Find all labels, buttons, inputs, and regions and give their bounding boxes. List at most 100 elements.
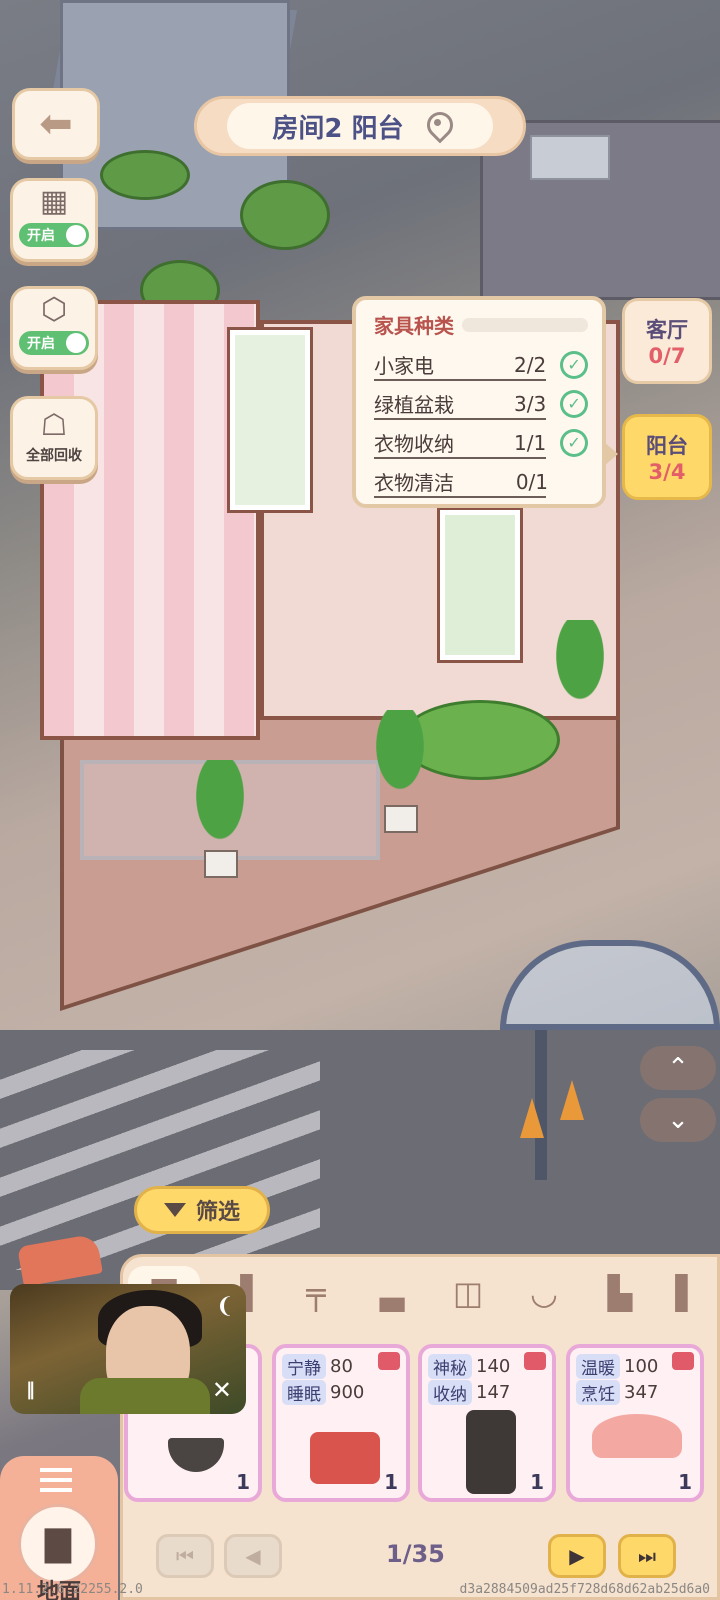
stat-value: 80: [330, 1355, 353, 1377]
lamp-shade-item-image: [592, 1414, 682, 1458]
category-tab-pot[interactable]: ◡: [508, 1266, 580, 1320]
category-row: 衣物清洁 0/1: [374, 462, 588, 501]
card-stat: 烹饪 347: [576, 1379, 659, 1405]
potted-plant[interactable]: [370, 710, 430, 800]
toggle-knob: [66, 225, 86, 245]
card-quantity: 1: [678, 1470, 692, 1494]
bus-stop-shelter: [500, 940, 720, 1030]
toggle-label: 开启: [27, 336, 55, 352]
room-tab-progress: 0/7: [648, 344, 686, 368]
scroll-down-button[interactable]: ⌄: [640, 1098, 716, 1142]
plant-pot: [384, 805, 418, 833]
tree: [100, 150, 190, 200]
back-arrow-icon: ⬅: [39, 101, 73, 147]
recycle-all-button[interactable]: ☖ 全部回收: [10, 396, 98, 480]
plant-pot: [204, 850, 238, 878]
wall-brick-icon: ▦: [39, 184, 69, 219]
box-visibility-tool[interactable]: ⬡ 开启: [10, 286, 98, 370]
stat-value: 347: [624, 1381, 659, 1403]
lamp-item-image: [168, 1438, 224, 1472]
skip-last-icon: ⏭: [638, 1544, 656, 1568]
last-page-button[interactable]: ⏭: [618, 1534, 676, 1578]
pause-icon[interactable]: ‖: [26, 1379, 35, 1400]
scroll-up-button[interactable]: ⌃: [640, 1046, 716, 1090]
category-tab-wardrobe[interactable]: ◫: [432, 1266, 504, 1320]
back-button[interactable]: ⬅: [12, 88, 100, 160]
potted-plant[interactable]: [550, 620, 610, 710]
toggle-knob: [66, 333, 86, 353]
divider: [374, 457, 546, 459]
box-toggle[interactable]: 开启: [19, 331, 89, 355]
category-row: 小家电 2/2 ✓: [374, 345, 589, 384]
category-tab-toilet[interactable]: ▙: [584, 1266, 656, 1320]
card-stat: 温暖 100: [576, 1353, 659, 1379]
card-quantity: 1: [236, 1470, 250, 1494]
potted-plant[interactable]: [190, 760, 250, 850]
pot-icon: ◡: [530, 1274, 558, 1312]
card-stat: 神秘 140: [428, 1353, 510, 1379]
category-count: 3/3: [514, 391, 547, 416]
next-page-button[interactable]: ▶: [548, 1534, 606, 1578]
furniture-card[interactable]: 温暖 100 烹饪 347 1: [566, 1344, 704, 1502]
prev-page-button[interactable]: ◀: [224, 1534, 282, 1578]
category-name: 衣物清洁: [374, 471, 454, 495]
skip-first-icon: ⏮: [176, 1544, 194, 1568]
room-tab-living-room[interactable]: 客厅 0/7: [622, 298, 712, 384]
video-overlay[interactable]: ❨ ‖ ✕: [10, 1284, 246, 1414]
basket-recycle-icon: ☖: [40, 408, 68, 443]
category-tab-bed[interactable]: ▃: [356, 1266, 428, 1320]
filter-button[interactable]: 筛选: [134, 1186, 270, 1234]
bed-icon: ▃: [379, 1274, 405, 1312]
room-tab-balcony[interactable]: 阳台 3/4: [622, 414, 712, 500]
sofa-icon: ▇: [18, 1504, 98, 1584]
table-icon: ╤: [306, 1274, 326, 1312]
card-stat: 宁静 80: [282, 1353, 353, 1379]
tree: [240, 180, 330, 250]
category-tab-table[interactable]: ╤: [280, 1266, 352, 1320]
hearing-icon[interactable]: ❨: [216, 1294, 234, 1319]
menu-icon[interactable]: [40, 1468, 72, 1492]
wall-toggle[interactable]: 开启: [19, 223, 89, 247]
bed-item-image: [310, 1432, 380, 1484]
toggle-label: 开启: [27, 228, 55, 244]
page-indicator: 1/35: [386, 1540, 445, 1568]
card-stat: 睡眠 900: [282, 1379, 364, 1405]
floor-tab[interactable]: ▇ 地面: [0, 1456, 118, 1600]
close-icon[interactable]: ✕: [212, 1376, 232, 1404]
window[interactable]: [230, 330, 310, 510]
first-page-button[interactable]: ⏮: [156, 1534, 214, 1578]
room-title-pill[interactable]: 房间2 阳台: [194, 96, 526, 156]
popup-title-bar: [462, 317, 588, 332]
traffic-cone: [520, 1098, 544, 1138]
room-title: 房间2 阳台: [272, 113, 404, 144]
room-tab-name: 阳台: [646, 434, 688, 458]
stat-tag: 睡眠: [282, 1379, 326, 1405]
window[interactable]: [440, 510, 520, 660]
stat-tag: 收纳: [428, 1379, 472, 1405]
card-stat: 收纳 147: [428, 1379, 510, 1405]
card-quantity: 1: [530, 1470, 544, 1494]
furniture-card[interactable]: 宁静 80 睡眠 900 1: [272, 1344, 410, 1502]
badge-icon: [672, 1352, 694, 1370]
stat-tag: 神秘: [428, 1353, 472, 1379]
recycle-all-label: 全部回收: [26, 448, 82, 464]
stat-tag: 宁静: [282, 1353, 326, 1379]
category-name: 绿植盆栽: [374, 393, 454, 417]
cube-box-icon: ⬡: [40, 292, 68, 327]
wall-visibility-tool[interactable]: ▦ 开启: [10, 178, 98, 262]
filter-label: 筛选: [195, 1200, 240, 1225]
version-text: 1.11.2.6.22255.2.0: [2, 1582, 143, 1597]
stat-value: 100: [624, 1355, 659, 1377]
build-hash: d3a2884509ad25f728d68d62ab25d6a0: [459, 1582, 710, 1597]
wardrobe-icon: ◫: [452, 1274, 484, 1312]
category-count: 1/1: [514, 430, 547, 455]
category-count: 2/2: [514, 352, 547, 377]
check-icon: ✓: [560, 389, 589, 418]
chair-icon: ▐: [662, 1274, 688, 1312]
bookshelf-item-image: [466, 1410, 516, 1494]
location-pin-icon[interactable]: [426, 112, 448, 140]
furniture-card[interactable]: 神秘 140 收纳 147 1: [418, 1344, 556, 1502]
check-icon: ✓: [560, 428, 589, 457]
category-tab-chair[interactable]: ▐: [660, 1266, 690, 1320]
room-tab-progress: 3/4: [648, 460, 686, 484]
